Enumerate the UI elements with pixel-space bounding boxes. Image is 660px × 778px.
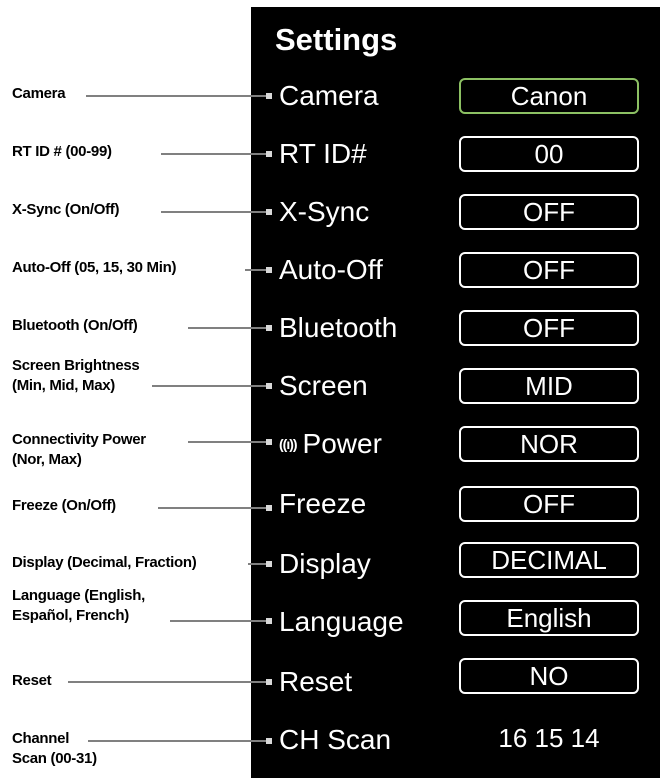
annotation-text: X-Sync (On/Off) <box>12 201 120 218</box>
connector-tick <box>266 505 272 511</box>
annotation-text: Camera <box>12 85 66 102</box>
annotation-text: RT ID # (00-99) <box>12 143 112 160</box>
leader-line <box>158 507 266 509</box>
setting-label-rt-id: RT ID# <box>279 138 367 169</box>
setting-value-bluetooth[interactable]: OFF <box>459 310 639 346</box>
annotation-display: Display (Decimal, Fraction) <box>12 553 256 573</box>
setting-label-power: ((ı)) Power <box>279 424 382 464</box>
setting-value-freeze[interactable]: OFF <box>459 486 639 522</box>
annotation-text: Language (English, <box>12 587 145 604</box>
leader-line <box>68 681 266 683</box>
annotation-freeze: Freeze (On/Off) <box>12 496 256 516</box>
connector-tick <box>266 267 272 273</box>
annotation-bluetooth: Bluetooth (On/Off) <box>12 316 256 336</box>
annotation-text: (Nor, Max) <box>12 451 82 468</box>
annotation-text: Channel <box>12 730 70 747</box>
leader-line <box>170 620 266 622</box>
annotation-camera: Camera <box>12 84 256 104</box>
setting-label-text: Power <box>302 428 382 459</box>
annotation-x-sync: X-Sync (On/Off) <box>12 200 256 220</box>
connector-tick <box>266 561 272 567</box>
setting-value-screen[interactable]: MID <box>459 368 639 404</box>
connector-tick <box>266 618 272 624</box>
connector-tick <box>266 151 272 157</box>
connector-tick <box>266 209 272 215</box>
annotation-text: Freeze (On/Off) <box>12 497 116 514</box>
leader-line <box>161 153 266 155</box>
connector-tick <box>266 679 272 685</box>
wireless-signal-icon: ((ı)) <box>279 436 298 452</box>
setting-value-power[interactable]: NOR <box>459 426 639 462</box>
annotation-text: Scan (00-31) <box>12 750 97 767</box>
annotation-text: Español, French) <box>12 607 129 624</box>
annotation-text: Display (Decimal, Fraction) <box>12 554 197 571</box>
connector-tick <box>266 383 272 389</box>
setting-value-camera[interactable]: Canon <box>459 78 639 114</box>
connector-tick <box>266 93 272 99</box>
setting-label-camera: Camera <box>279 80 379 111</box>
annotation-rt-id: RT ID # (00-99) <box>12 142 256 162</box>
leader-line <box>245 269 266 271</box>
annotation-ch-scan: Channel Scan (00-31) <box>12 729 256 769</box>
leader-line <box>152 385 266 387</box>
setting-label-x-sync: X-Sync <box>279 196 370 227</box>
annotation-text: Auto-Off (05, 15, 30 Min) <box>12 259 177 276</box>
setting-label-reset: Reset <box>279 666 353 697</box>
leader-line <box>188 327 266 329</box>
connector-tick <box>266 738 272 744</box>
leader-line <box>88 740 266 742</box>
annotation-screen: Screen Brightness (Min, Mid, Max) <box>12 356 256 396</box>
setting-label-auto-off: Auto-Off <box>279 254 383 285</box>
setting-label-screen: Screen <box>279 370 368 401</box>
setting-value-auto-off[interactable]: OFF <box>459 252 639 288</box>
setting-label-ch-scan: CH Scan <box>279 724 392 755</box>
setting-label-language: Language <box>279 606 404 637</box>
screen-title: Settings <box>275 22 398 57</box>
leader-line <box>161 211 266 213</box>
leader-line <box>248 563 266 565</box>
leader-line <box>86 95 266 97</box>
setting-label-bluetooth: Bluetooth <box>279 312 398 343</box>
annotation-power: Connectivity Power (Nor, Max) <box>12 430 256 470</box>
setting-value-rt-id[interactable]: 00 <box>459 136 639 172</box>
annotation-auto-off: Auto-Off (05, 15, 30 Min) <box>12 258 256 278</box>
setting-value-reset[interactable]: NO <box>459 658 639 694</box>
leader-line <box>188 441 266 443</box>
connector-tick <box>266 439 272 445</box>
annotation-text: Connectivity Power <box>12 431 146 448</box>
connector-tick <box>266 325 272 331</box>
annotation-text: Bluetooth (On/Off) <box>12 317 138 334</box>
setting-value-x-sync[interactable]: OFF <box>459 194 639 230</box>
setting-label-freeze: Freeze <box>279 488 367 519</box>
annotation-text: Screen Brightness <box>12 357 140 374</box>
setting-value-language[interactable]: English <box>459 600 639 636</box>
setting-value-display[interactable]: DECIMAL <box>459 542 639 578</box>
setting-value-ch-scan: 16 15 14 <box>498 723 600 753</box>
setting-label-display: Display <box>279 548 371 579</box>
